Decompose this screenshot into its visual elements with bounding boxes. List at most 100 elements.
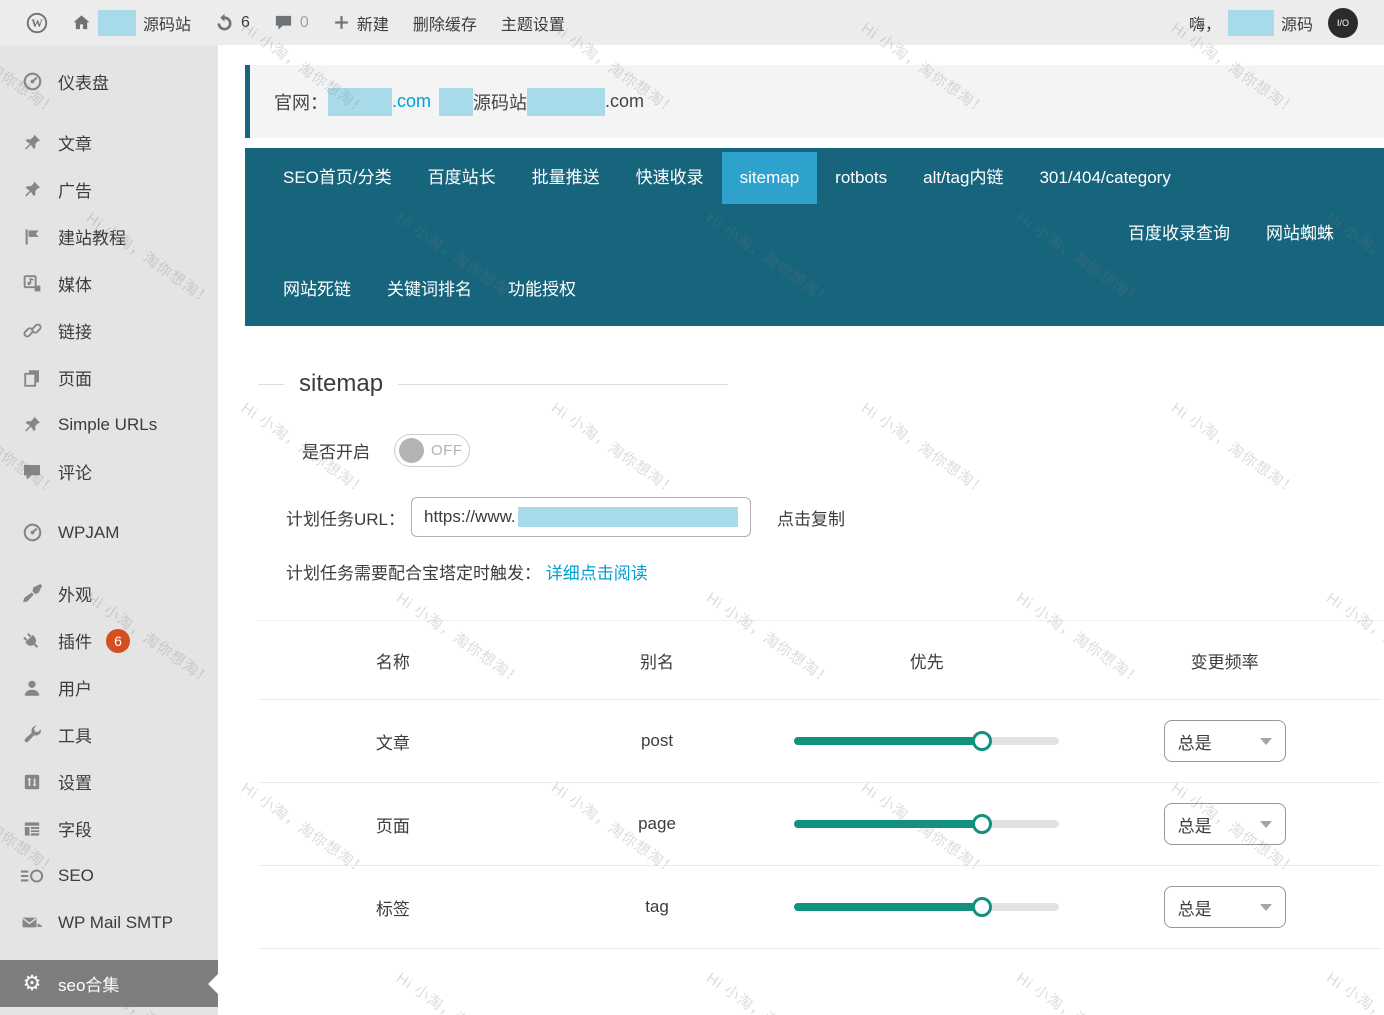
- frequency-select[interactable]: 总是: [1163, 886, 1286, 928]
- sidebar-item-plugins[interactable]: 插件 6: [0, 617, 218, 664]
- nav-tab-feature-auth[interactable]: 功能授权: [490, 264, 594, 316]
- sidebar-item-label: WP Mail SMTP: [58, 912, 173, 932]
- nav-tab-sitemap[interactable]: sitemap: [721, 152, 818, 204]
- sidebar-item-wpjam[interactable]: WPJAM: [0, 509, 218, 556]
- updates-button[interactable]: 6: [203, 0, 262, 45]
- sidebar-item-label: WPJAM: [58, 522, 120, 542]
- slider-thumb[interactable]: [972, 731, 993, 751]
- nav-tab-quick-include[interactable]: 快速收录: [618, 152, 722, 204]
- notice-site-text: 源码站: [473, 92, 528, 113]
- cron-url-value: https://www.: [424, 507, 516, 526]
- gauge-icon: [20, 522, 44, 543]
- row-slug: page: [638, 814, 676, 833]
- sidebar-item-simple-urls[interactable]: Simple URLs: [0, 401, 218, 448]
- sidebar-item-site-tutorial[interactable]: 建站教程: [0, 213, 218, 260]
- slider-fill: [794, 820, 983, 828]
- copy-button[interactable]: 点击复制: [777, 505, 845, 530]
- mail-icon: [20, 913, 44, 933]
- priority-slider[interactable]: [794, 897, 1060, 917]
- clear-cache-label: 删除缓存: [412, 16, 477, 34]
- sitemap-enable-toggle[interactable]: OFF: [394, 434, 470, 467]
- redacted-text: [439, 87, 474, 116]
- column-header: 变更频率: [1190, 652, 1259, 672]
- comments-button[interactable]: 0: [262, 0, 321, 45]
- chevron-down-icon: [1259, 904, 1272, 917]
- cron-url-input[interactable]: https://www.: [411, 497, 752, 537]
- slider-thumb[interactable]: [972, 897, 993, 917]
- current-item-arrow: [198, 973, 218, 994]
- seo-icon: [20, 866, 44, 886]
- sidebar-item-label: 链接: [58, 323, 92, 342]
- theme-settings-button[interactable]: 主题设置: [489, 0, 577, 45]
- sidebar-item-tools[interactable]: 工具: [0, 711, 218, 758]
- frequency-value: 总是: [1177, 816, 1212, 836]
- gauge-icon: [20, 71, 44, 92]
- divider-line: [398, 383, 729, 385]
- account-menu[interactable]: 嗨， 源码 I/O: [1177, 0, 1370, 45]
- nav-tab-baidu-webmaster[interactable]: 百度站长: [410, 152, 514, 204]
- redacted-text: [328, 87, 392, 116]
- sidebar-item-ads[interactable]: 广告: [0, 166, 218, 213]
- toggle-knob-icon: [399, 438, 424, 463]
- sliders-icon: [20, 772, 44, 792]
- sidebar-item-settings[interactable]: 设置: [0, 758, 218, 805]
- sidebar-item-seo[interactable]: SEO: [0, 852, 218, 899]
- priority-slider[interactable]: [794, 814, 1060, 834]
- menu-separator: [0, 495, 218, 509]
- new-content-button[interactable]: 新建: [321, 0, 401, 45]
- sidebar-item-pages[interactable]: 页面: [0, 354, 218, 401]
- cron-note-text: 计划任务需要配合宝塔定时触发：: [286, 564, 541, 583]
- nav-tab-alt-tag-links[interactable]: alt/tag内链: [905, 152, 1021, 204]
- clear-cache-button[interactable]: 删除缓存: [401, 0, 489, 45]
- sidebar-item-label: 用户: [58, 680, 92, 699]
- admin-bar-right: 嗨， 源码 I/O: [1177, 0, 1370, 45]
- frequency-select[interactable]: 总是: [1163, 803, 1286, 845]
- seo-plugin-nav: SEO首页/分类 百度站长 批量推送 快速收录 sitemap rotbots alt/ta…: [245, 148, 1384, 326]
- sidebar-item-label: 评论: [58, 464, 92, 483]
- nav-tab-keyword-ranking[interactable]: 关键词排名: [369, 264, 490, 316]
- table-header-row: 名称 别名 优先 变更频率: [258, 621, 1382, 700]
- redacted-text: [1227, 9, 1274, 36]
- nav-tab-site-spider[interactable]: 网站蜘蛛: [1248, 208, 1352, 260]
- brush-icon: [20, 583, 44, 604]
- frequency-select[interactable]: 总是: [1163, 720, 1286, 762]
- sidebar-item-users[interactable]: 用户: [0, 664, 218, 711]
- wp-logo-button[interactable]: W: [14, 0, 60, 45]
- redacted-text: [527, 87, 606, 116]
- admin-bar-left: W 源码站 6 0 新建 删除缓存 主题设置: [14, 0, 577, 45]
- table-row-page: 页面 page 总是: [258, 783, 1382, 866]
- sidebar-item-dashboard[interactable]: 仪表盘: [0, 58, 218, 105]
- sidebar-item-appearance[interactable]: 外观: [0, 570, 218, 617]
- nav-tab-seo-home[interactable]: SEO首页/分类: [265, 152, 410, 204]
- cron-url-row: 计划任务URL： https://www. 点击复制: [286, 497, 1384, 537]
- sidebar-item-label: 插件: [58, 633, 92, 652]
- nav-tab-baidu-index-query[interactable]: 百度收录查询: [1110, 208, 1248, 260]
- sidebar-item-media[interactable]: 媒体: [0, 260, 218, 307]
- nav-tab-rotbots[interactable]: rotbots: [817, 152, 905, 204]
- sidebar-item-links[interactable]: 链接: [0, 307, 218, 354]
- sidebar-item-seo-collection[interactable]: ⚙ seo合集: [0, 960, 218, 1007]
- official-site-notice: 官网： .com 源码站 .com: [245, 65, 1384, 138]
- sidebar-item-label: 设置: [58, 774, 92, 793]
- sidebar-item-comments[interactable]: 评论: [0, 448, 218, 495]
- column-header: 名称: [375, 652, 410, 672]
- redacted-text: [98, 9, 136, 36]
- cron-url-label: 计划任务URL：: [286, 509, 406, 529]
- slider-thumb[interactable]: [972, 814, 993, 834]
- sidebar-item-label: 媒体: [58, 276, 92, 295]
- wrench-icon: [20, 724, 44, 745]
- wordpress-logo-icon: W: [26, 12, 48, 34]
- priority-slider[interactable]: [794, 731, 1060, 751]
- sidebar-item-wp-mail-smtp[interactable]: WP Mail SMTP: [0, 899, 218, 946]
- sidebar-item-fields[interactable]: 字段: [0, 805, 218, 852]
- pushpin-icon: [20, 133, 44, 153]
- column-header: 优先: [909, 652, 944, 672]
- nav-tab-dead-links[interactable]: 网站死链: [265, 264, 369, 316]
- nav-tab-301-404-category[interactable]: 301/404/category: [1021, 152, 1188, 204]
- official-site-link[interactable]: .com: [392, 91, 431, 112]
- nav-tab-batch-push[interactable]: 批量推送: [514, 152, 618, 204]
- sidebar-item-posts[interactable]: 文章: [0, 119, 218, 166]
- read-more-link[interactable]: 详细点击阅读: [546, 564, 648, 583]
- site-menu[interactable]: 源码站: [60, 0, 203, 45]
- pages-icon: [20, 368, 44, 388]
